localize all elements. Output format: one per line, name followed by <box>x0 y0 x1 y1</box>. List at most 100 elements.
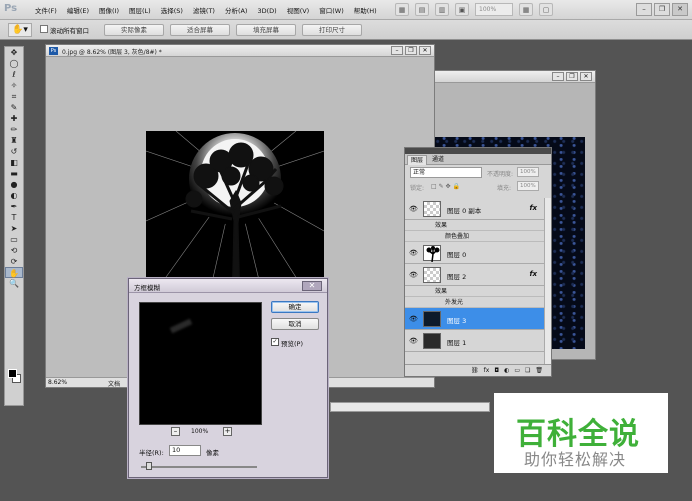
3d-camera-icon[interactable]: ⟳ <box>5 256 23 267</box>
stamp-tool-icon[interactable]: ♜ <box>5 135 23 146</box>
tab-channels[interactable]: 通道 <box>429 155 447 165</box>
minibridge-icon[interactable]: ▤ <box>415 3 429 16</box>
layer-row[interactable]: 👁 图层 0 副本 fx <box>405 198 545 220</box>
layer-row[interactable]: 👁 图层 1 <box>405 330 545 352</box>
link-icon[interactable]: ⛓ <box>471 365 479 376</box>
trash-icon[interactable]: 🗑 <box>535 365 543 376</box>
gradient-tool-icon[interactable]: ▬ <box>5 168 23 179</box>
scroll-all-label: 滚动所有窗口 <box>50 27 89 35</box>
eye-icon[interactable]: 👁 <box>409 249 418 257</box>
eye-icon[interactable]: 👁 <box>409 271 418 279</box>
foreground-color-swatch[interactable] <box>8 369 17 378</box>
blur-tool-icon[interactable]: ● <box>5 179 23 190</box>
close-icon[interactable]: ✕ <box>580 72 592 81</box>
group-icon[interactable]: ▭ <box>514 365 520 376</box>
close-icon[interactable]: ✕ <box>302 281 322 291</box>
lasso-tool-icon[interactable]: ℓ <box>5 69 23 80</box>
pen-tool-icon[interactable]: ✒ <box>5 201 23 212</box>
zoom-out-button[interactable]: – <box>171 427 180 436</box>
menu-image[interactable]: 图像(I) <box>94 5 124 17</box>
horizontal-scrollbar[interactable] <box>330 402 490 412</box>
effects-row[interactable]: 效果 <box>405 286 545 297</box>
restore-icon[interactable]: ❐ <box>566 72 578 81</box>
blend-mode-select[interactable]: 正常 <box>410 167 482 178</box>
brush-tool-icon[interactable]: ✏ <box>5 124 23 135</box>
menu-edit[interactable]: 编辑(E) <box>62 5 94 17</box>
cancel-button[interactable]: 取消 <box>271 318 319 330</box>
effect-row[interactable]: 颜色叠加 <box>405 231 545 242</box>
crop-tool-icon[interactable]: ⌗ <box>5 91 23 102</box>
eye-icon[interactable]: 👁 <box>409 337 418 345</box>
zoom-in-button[interactable]: + <box>223 427 232 436</box>
zoom-icon[interactable]: 🔍 <box>5 278 23 289</box>
dodge-tool-icon[interactable]: ◐ <box>5 190 23 201</box>
arrange-docs-icon[interactable]: ▦ <box>519 3 533 16</box>
minimize-icon[interactable]: – <box>391 46 403 55</box>
effect-row[interactable]: 外发光 <box>405 297 545 308</box>
move-tool-icon[interactable]: ✥ <box>5 47 23 58</box>
screen-mode-icon[interactable]: ▣ <box>455 3 469 16</box>
fill-input[interactable]: 100% <box>517 181 539 191</box>
actual-pixels-button[interactable]: 实际像素 <box>104 24 164 36</box>
fill-screen-button[interactable]: 填充屏幕 <box>236 24 296 36</box>
minimize-icon[interactable]: – <box>636 3 652 16</box>
tab-layers[interactable]: 图层 <box>407 155 428 165</box>
new-layer-icon[interactable]: ❏ <box>525 365 530 376</box>
add-style-icon[interactable]: fx <box>484 365 490 376</box>
menu-help[interactable]: 帮助(H) <box>349 5 382 17</box>
menu-filter[interactable]: 滤镜(T) <box>188 5 220 17</box>
restore-icon[interactable]: ❐ <box>654 3 670 16</box>
eye-icon[interactable]: 👁 <box>409 315 418 323</box>
screen-layout-icon[interactable]: ▢ <box>539 3 553 16</box>
eraser-icon[interactable]: ◧ <box>5 157 23 168</box>
restore-icon[interactable]: ❐ <box>405 46 417 55</box>
eye-icon[interactable]: 👁 <box>409 205 418 213</box>
menu-view[interactable]: 视图(V) <box>282 5 315 17</box>
fit-screen-button[interactable]: 适合屏幕 <box>170 24 230 36</box>
mask-icon[interactable]: ◘ <box>494 365 499 376</box>
marquee-tool-icon[interactable]: ◯ <box>5 58 23 69</box>
zoom-level-field[interactable]: 100% <box>475 3 513 16</box>
radius-slider-track[interactable] <box>141 466 257 468</box>
print-size-button[interactable]: 打印尺寸 <box>302 24 362 36</box>
status-zoom[interactable]: 8.62% <box>48 379 67 386</box>
fx-icon[interactable]: fx <box>529 204 537 212</box>
hand-tool-icon[interactable]: ✋▾ <box>8 23 32 37</box>
magic-wand-icon[interactable]: ✧ <box>5 80 23 91</box>
layers-scrollbar[interactable] <box>544 198 551 364</box>
layer-row-selected[interactable]: 👁 图层 3 <box>405 308 545 330</box>
menu-analysis[interactable]: 分析(A) <box>220 5 253 17</box>
fx-icon[interactable]: fx <box>529 270 537 278</box>
bridge-icon[interactable]: ▦ <box>395 3 409 16</box>
minimize-icon[interactable]: – <box>552 72 564 81</box>
history-brush-icon[interactable]: ↺ <box>5 146 23 157</box>
preview-checkbox[interactable]: ✓ <box>271 338 279 346</box>
path-select-icon[interactable]: ➤ <box>5 223 23 234</box>
3d-rotate-icon[interactable]: ⟲ <box>5 245 23 256</box>
adjustment-icon[interactable]: ◐ <box>504 365 509 376</box>
radius-input[interactable]: 10 <box>169 445 201 456</box>
extras-icon[interactable]: ▥ <box>435 3 449 16</box>
menu-file[interactable]: 文件(F) <box>30 5 62 17</box>
effects-row[interactable]: 效果 <box>405 220 545 231</box>
type-tool-icon[interactable]: T <box>5 212 23 223</box>
secondary-titlebar: – ❐ ✕ <box>435 71 595 83</box>
healing-brush-icon[interactable]: ✚ <box>5 113 23 124</box>
menu-layer[interactable]: 图层(L) <box>124 5 156 17</box>
radius-slider-thumb[interactable] <box>146 462 152 470</box>
lock-icons[interactable]: □ ✎ ✥ 🔒 <box>431 183 460 190</box>
close-icon[interactable]: ✕ <box>419 46 431 55</box>
menu-window[interactable]: 窗口(W) <box>314 5 349 17</box>
opacity-input[interactable]: 100% <box>517 167 539 177</box>
shape-tool-icon[interactable]: ▭ <box>5 234 23 245</box>
scroll-all-checkbox[interactable] <box>40 25 48 33</box>
eyedropper-icon[interactable]: ✎ <box>5 102 23 113</box>
menu-select[interactable]: 选择(S) <box>156 5 188 17</box>
ok-button[interactable]: 确定 <box>271 301 319 313</box>
layer-row[interactable]: 👁 图层 0 <box>405 242 545 264</box>
menu-3d[interactable]: 3D(D) <box>252 5 281 17</box>
layer-row[interactable]: 👁 图层 2 fx <box>405 264 545 286</box>
dialog-preview[interactable] <box>139 302 262 425</box>
close-icon[interactable]: ✕ <box>672 3 688 16</box>
hand-icon[interactable]: ✋ <box>5 267 23 278</box>
